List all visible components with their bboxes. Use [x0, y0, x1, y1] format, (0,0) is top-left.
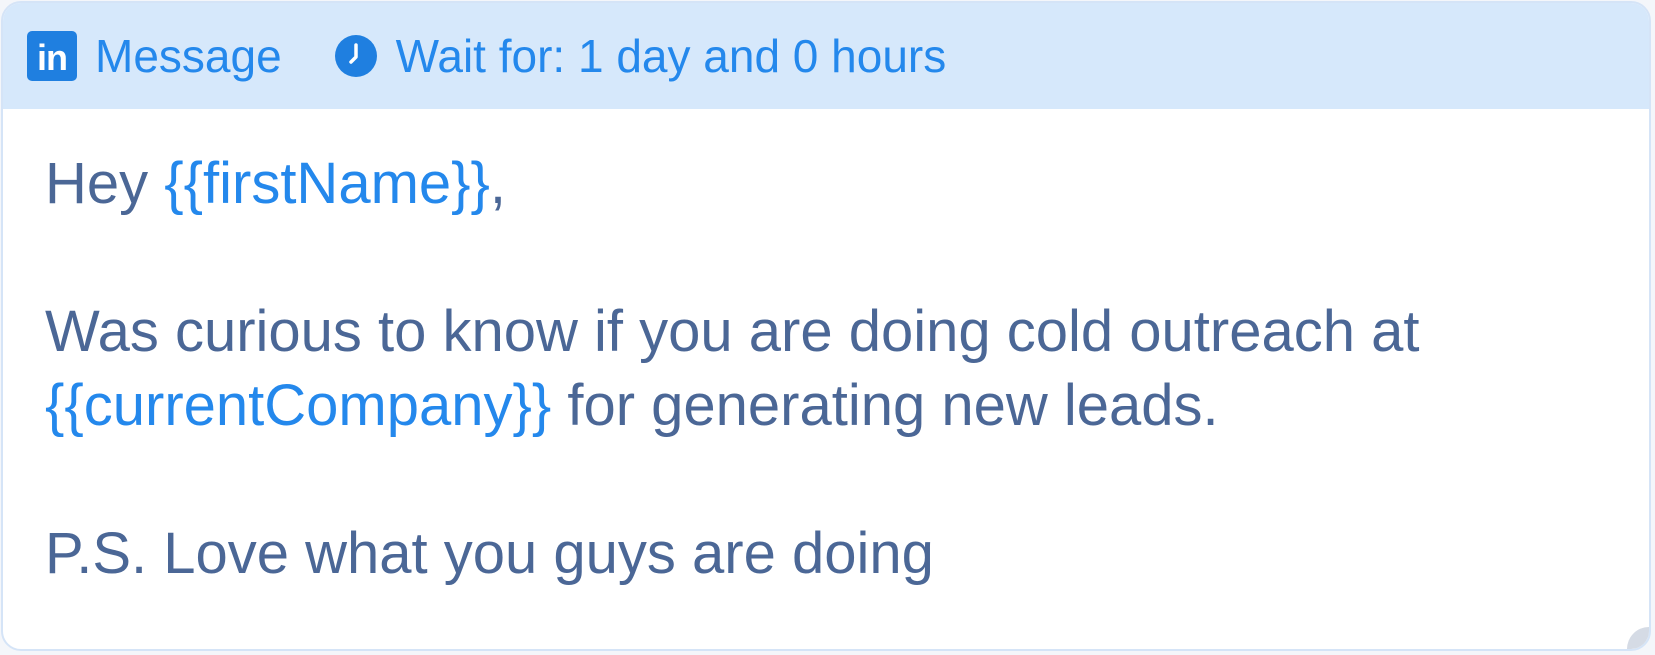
- channel-label: Message: [95, 30, 282, 82]
- linkedin-icon: in: [27, 31, 77, 81]
- message-line-2: {{currentCompany}} for generating new le…: [45, 369, 1629, 443]
- first-name-variable: {{firstName}}: [164, 151, 490, 216]
- current-company-variable: {{currentCompany}}: [45, 373, 552, 438]
- resize-corner: [1627, 627, 1649, 649]
- message-body: Hey {{firstName}}, Was curious to know i…: [3, 109, 1649, 591]
- ps-line: P.S. Love what you guys are doing: [45, 521, 934, 586]
- greeting-line: Hey {{firstName}},: [45, 147, 1629, 221]
- greeting-suffix: ,: [489, 151, 507, 216]
- greeting-prefix: Hey: [45, 151, 165, 216]
- wait-label-group: Wait for: 1 day and 0 hours: [334, 30, 947, 82]
- channel-label-group: in Message: [27, 31, 282, 81]
- linkedin-icon-text: in: [37, 37, 68, 78]
- clock-icon: [334, 35, 377, 77]
- message-line-2-text: for generating new leads.: [551, 373, 1219, 438]
- wait-label: Wait for: 1 day and 0 hours: [395, 30, 947, 82]
- message-step-card[interactable]: in Message Wait for: 1 day and 0 hours H…: [1, 1, 1651, 651]
- message-line-1: Was curious to know if you are doing col…: [45, 299, 1420, 364]
- step-header: in Message Wait for: 1 day and 0 hours: [3, 3, 1649, 109]
